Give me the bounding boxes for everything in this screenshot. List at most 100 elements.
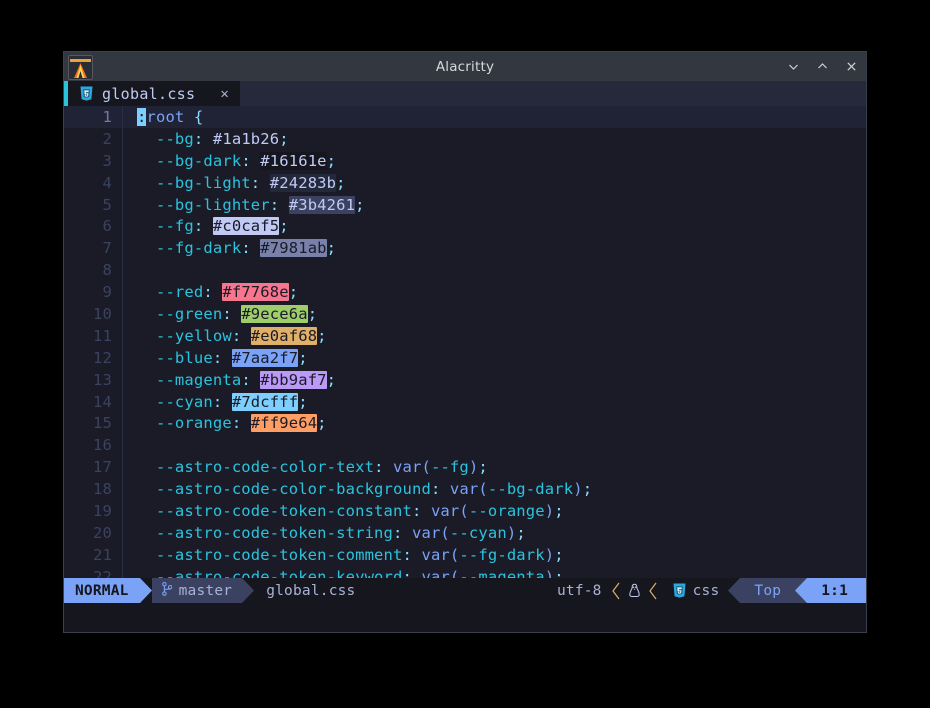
code-token: --yellow	[155, 326, 232, 345]
code-text: --bg: #1a1b26;	[123, 129, 866, 148]
color-swatch-token: #9ece6a	[241, 304, 308, 323]
code-token: ;	[298, 392, 308, 411]
code-text: --astro-code-token-string: var(--cyan);	[123, 524, 866, 542]
code-line: 21 --astro-code-token-comment: var(--fg-…	[64, 543, 866, 566]
code-token: --fg-dark	[155, 239, 242, 258]
line-number: 22	[93, 567, 112, 578]
code-token: )	[544, 567, 555, 578]
code-token: var(	[449, 480, 488, 499]
code-token: ;	[554, 501, 564, 520]
css3-icon	[673, 583, 686, 598]
code-token: )	[573, 480, 583, 499]
code-text: --bg-dark: #16161e;	[123, 151, 866, 170]
code-token: --astro-code-token-comment	[155, 545, 403, 564]
code-line: 17 --astro-code-color-text: var(--fg);	[64, 456, 866, 479]
code-line: 20 --astro-code-token-string: var(--cyan…	[64, 521, 866, 544]
code-line: 13 --magenta: #bb9af7;	[64, 368, 866, 391]
code-token: --fg-dark	[459, 545, 545, 564]
tab-global-css[interactable]: global.css ✕	[68, 81, 240, 106]
code-token: :	[241, 151, 261, 170]
alacritty-icon	[68, 55, 93, 80]
code-token: ;	[279, 217, 289, 236]
color-swatch-token: #24283b	[269, 173, 337, 192]
code-line: 6 --fg: #c0caf5;	[64, 215, 866, 238]
status-git-branch: master	[151, 578, 243, 603]
code-text: --astro-code-token-comment: var(--fg-dar…	[123, 546, 866, 564]
tab-close-icon[interactable]: ✕	[220, 87, 228, 101]
line-number: 8	[102, 261, 112, 280]
code-token: var(	[421, 567, 460, 578]
code-text: --astro-code-token-keyword: var(--magent…	[123, 568, 866, 578]
code-text: --astro-code-color-text: var(--fg);	[123, 458, 866, 476]
code-token: )	[544, 501, 555, 520]
code-token: :	[231, 414, 251, 433]
line-number: 14	[93, 392, 112, 411]
code-editor[interactable]: 1: root {2 --bg: #1a1b26; 3 --bg-dark: #16…	[64, 106, 866, 578]
code-line: 15 --orange: #ff9e64;	[64, 412, 866, 435]
color-swatch-token: #f7768e	[222, 283, 289, 302]
code-token: :	[411, 501, 431, 520]
code-text: --magenta: #bb9af7;	[123, 370, 866, 389]
code-token: :	[374, 458, 394, 477]
code-token: ;	[326, 370, 337, 389]
code-token: :	[402, 545, 422, 564]
minimize-button[interactable]	[786, 60, 800, 74]
code-token: ;	[317, 326, 327, 345]
code-text: --fg: #c0caf5;	[123, 217, 866, 236]
code-line: 5 --bg-lighter: #3b4261;	[64, 193, 866, 216]
code-token: :	[203, 283, 223, 302]
code-token: --green	[155, 304, 223, 323]
code-line: 12 --blue: #7aa2f7;	[64, 346, 866, 369]
code-token: root	[146, 107, 185, 126]
status-mode: NORMAL	[64, 578, 140, 603]
code-text: --cyan: #7dcfff;	[123, 392, 866, 411]
code-token: --orange	[468, 501, 545, 520]
code-token: ;	[478, 458, 488, 477]
maximize-button[interactable]	[815, 60, 829, 74]
code-text: --bg-light: #24283b;	[123, 173, 866, 192]
command-line[interactable]	[64, 603, 866, 632]
alacritty-window: Alacritty global.css ✕ 1: root {2 --bg…	[64, 52, 866, 632]
code-token: ;	[279, 129, 289, 148]
line-number: 13	[93, 370, 112, 389]
line-number: 21	[93, 545, 112, 564]
code-token: --cyan	[449, 523, 507, 542]
code-line: 11 --yellow: #e0af68;	[64, 324, 866, 347]
code-line: 7 --fg-dark: #7981ab;	[64, 237, 866, 260]
code-token: :	[193, 129, 213, 148]
line-number: 5	[102, 195, 112, 214]
code-token: ;	[554, 567, 564, 578]
color-swatch-token: #e0af68	[250, 326, 318, 345]
code-text: --orange: #ff9e64;	[123, 414, 866, 433]
code-token: var(	[430, 501, 469, 520]
color-swatch-token: #ff9e64	[250, 414, 318, 433]
color-swatch-token: #3b4261	[288, 195, 356, 214]
statusline: NORMAL master global.css utf-8 css Top 1…	[64, 578, 866, 603]
code-line: 8	[64, 259, 866, 282]
code-line: 9 --red: #f7768e;	[64, 281, 866, 304]
code-line: 1: root {	[64, 106, 866, 128]
close-button[interactable]	[844, 60, 858, 74]
line-number: 4	[102, 173, 112, 192]
code-token: )	[468, 458, 479, 477]
window-titlebar: Alacritty	[64, 52, 866, 81]
code-token: :	[193, 217, 213, 236]
code-token: --fg	[155, 217, 194, 236]
status-filetype: css	[662, 578, 729, 603]
code-token: ;	[288, 283, 299, 302]
color-swatch-token: #7dcfff	[231, 392, 299, 411]
status-line-column: 1:1	[807, 578, 866, 603]
code-text: --fg-dark: #7981ab;	[123, 239, 866, 258]
code-token: :	[222, 304, 242, 323]
code-line: 10 --green: #9ece6a;	[64, 303, 866, 325]
color-swatch-token: #16161e	[260, 151, 327, 170]
